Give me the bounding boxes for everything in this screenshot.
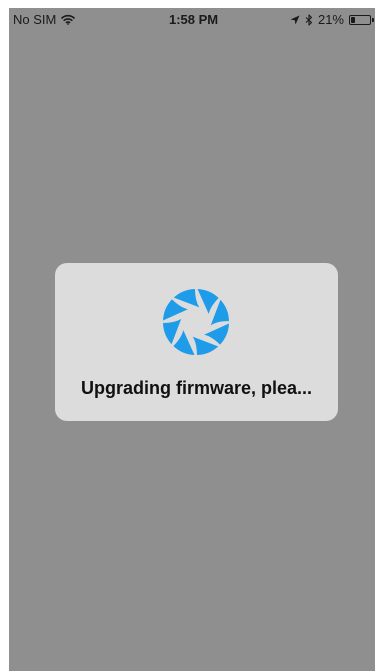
firmware-upgrade-dialog: Upgrading firmware, plea... — [55, 263, 338, 421]
status-bar-left: No SIM — [13, 12, 76, 27]
carrier-label: No SIM — [13, 12, 57, 27]
spinner-center — [183, 309, 209, 335]
battery-icon — [349, 14, 374, 25]
bluetooth-icon — [305, 13, 313, 26]
status-time: 1:58 PM — [169, 12, 219, 27]
battery-level-fill — [351, 16, 355, 23]
location-arrow-icon — [290, 15, 300, 25]
loading-spinner-icon — [160, 286, 232, 358]
dialog-message: Upgrading firmware, plea... — [80, 378, 313, 398]
battery-percent: 21% — [317, 12, 344, 27]
status-bar-right: 21% — [290, 12, 374, 27]
status-bar: No SIM 1:58 PM 21% — [9, 8, 375, 32]
app-screen: No SIM 1:58 PM 21% Upgrading firmware, p… — [9, 8, 375, 671]
wifi-icon — [61, 14, 76, 25]
